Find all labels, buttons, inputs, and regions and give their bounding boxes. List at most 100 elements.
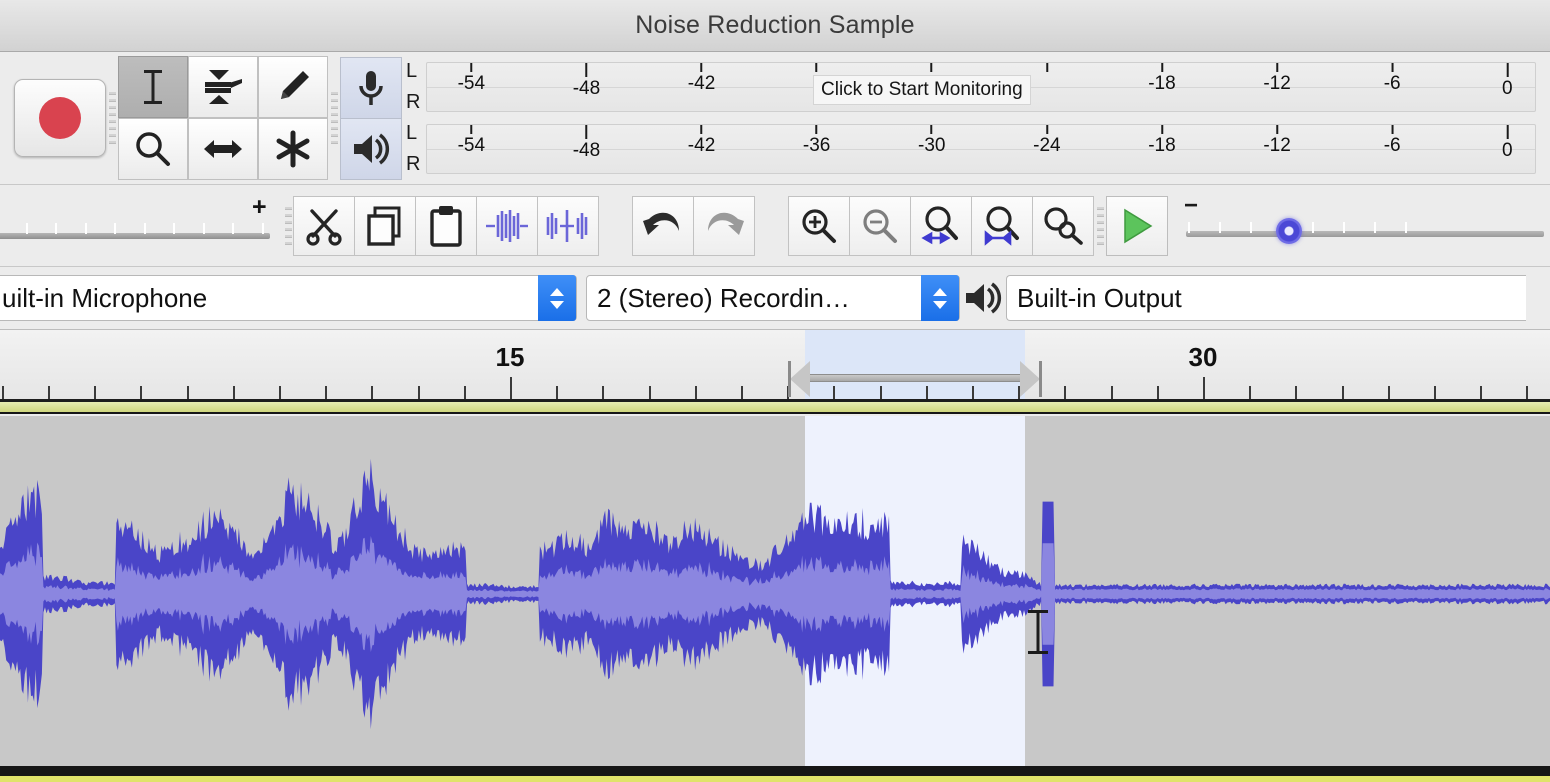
meter-tick-label: -12	[1263, 73, 1290, 95]
recording-meter-scale[interactable]: -54-48-42-36-30-24-18-12-60 Click to Sta…	[426, 62, 1536, 112]
input-device-value: uilt-in Microphone	[0, 283, 217, 314]
meter-tick--6: -6	[1384, 125, 1401, 157]
zoom-tool-button[interactable]	[118, 118, 188, 180]
input-device-select[interactable]: uilt-in Microphone	[0, 275, 577, 321]
meter-tick-mark	[470, 63, 472, 72]
meter-tick-mark	[701, 63, 703, 72]
playback-volume-tick	[1188, 222, 1190, 233]
asterisk-icon	[274, 130, 312, 168]
monitor-tooltip[interactable]: Click to Start Monitoring	[813, 75, 1031, 105]
silence-button[interactable]	[537, 196, 599, 256]
timeline-scrub-band[interactable]	[0, 402, 1550, 414]
copy-icon	[365, 205, 405, 247]
playback-meter[interactable]: L R -54-48-42-36-30-24-18-12-60	[402, 118, 1550, 180]
record-button[interactable]	[14, 79, 106, 157]
meter-tick--30: -30	[918, 125, 945, 157]
meter-tick--48: -48	[573, 125, 600, 162]
audio-track-panel[interactable]	[0, 416, 1550, 766]
window-titlebar: Noise Reduction Sample	[0, 0, 1550, 52]
time-shift-tool-button[interactable]	[188, 118, 258, 180]
timeline-ruler[interactable]: 1530	[0, 330, 1550, 402]
ruler-minor-tick	[94, 386, 96, 399]
input-channels-select[interactable]: 2 (Stereo) Recordin…	[586, 275, 960, 321]
meter-tick-mark	[470, 125, 472, 134]
meter-tick--12: -12	[1263, 125, 1290, 157]
input-volume-tick	[26, 223, 28, 234]
fit-project-icon	[981, 205, 1023, 247]
selection-tool-button[interactable]	[118, 56, 188, 118]
playback-volume-tick	[1374, 222, 1376, 233]
playback-meter-label-R: R	[406, 149, 424, 180]
fit-project-button[interactable]	[971, 196, 1033, 256]
meter-tick-mark	[931, 63, 933, 72]
waveform-display[interactable]	[0, 416, 1550, 766]
playback-meter-scale[interactable]: -54-48-42-36-30-24-18-12-60	[426, 124, 1536, 174]
play-region-left-handle[interactable]	[790, 361, 810, 397]
zoom-out-button[interactable]	[849, 196, 911, 256]
playback-meter-button[interactable]	[340, 118, 402, 180]
input-channels-stepper[interactable]	[921, 275, 959, 321]
meter-tick--54: -54	[458, 63, 485, 95]
recording-meter[interactable]: L R -54-48-42-36-30-24-18-12-60 Click to…	[402, 56, 1550, 118]
meter-tick--24: -24	[1033, 125, 1060, 157]
input-device-stepper[interactable]	[538, 275, 576, 321]
fit-selection-button[interactable]	[910, 196, 972, 256]
ruler-minor-tick	[741, 386, 743, 399]
playback-volume-tick	[1405, 222, 1407, 233]
draw-tool-button[interactable]	[258, 56, 328, 118]
chevron-down-icon	[932, 300, 948, 310]
meter-tick-mark	[1391, 125, 1393, 134]
meter-tick--48: -48	[573, 63, 600, 100]
meter-tick-mark	[701, 125, 703, 134]
paste-button[interactable]	[415, 196, 477, 256]
playback-volume-track	[1186, 231, 1544, 237]
meter-tick-mark	[585, 125, 587, 139]
meter-tick-label: -36	[803, 135, 830, 157]
meter-tick-label: -54	[458, 73, 485, 95]
play-icon	[1117, 206, 1157, 246]
ruler-minor-tick	[2, 386, 4, 399]
play-toolbar-grabber[interactable]	[1094, 193, 1106, 259]
playback-volume-thumb[interactable]	[1276, 218, 1302, 244]
meter-tick-label: -48	[573, 78, 600, 100]
playback-volume-slider[interactable]: −	[1168, 191, 1550, 261]
meter-toolbar-buttons	[340, 57, 402, 179]
playback-volume-tick	[1312, 222, 1314, 233]
ruler-minor-tick	[279, 386, 281, 399]
copy-button[interactable]	[354, 196, 416, 256]
multi-tool-button[interactable]	[258, 118, 328, 180]
input-volume-tick	[262, 223, 264, 234]
input-volume-tick	[55, 223, 57, 234]
cut-button[interactable]	[293, 196, 355, 256]
ruler-minor-tick	[649, 386, 651, 399]
fit-selection-icon	[920, 205, 962, 247]
play-region-right-handle[interactable]	[1020, 361, 1040, 397]
chevron-up-icon	[932, 287, 948, 297]
edit-toolbar	[294, 196, 1094, 256]
output-device-speaker-icon	[960, 281, 1006, 315]
meter-tick-mark	[1276, 63, 1278, 72]
tools-toolbar-grabber[interactable]	[106, 52, 118, 184]
play-region-bar[interactable]	[809, 374, 1021, 382]
envelope-icon	[202, 68, 244, 106]
output-device-select[interactable]: Built-in Output	[1006, 275, 1526, 321]
recording-meter-button[interactable]	[340, 57, 402, 119]
trim-button[interactable]	[476, 196, 538, 256]
meter-tick--18: -18	[1148, 63, 1175, 95]
zoom-toggle-button[interactable]	[1032, 196, 1094, 256]
envelope-tool-button[interactable]	[188, 56, 258, 118]
input-volume-slider[interactable]: +	[0, 191, 282, 261]
undo-button[interactable]	[632, 196, 694, 256]
input-volume-track	[0, 233, 270, 239]
meter-tick-label: -24	[1033, 135, 1060, 157]
ruler-minor-tick	[1434, 386, 1436, 399]
ruler-minor-tick	[371, 386, 373, 399]
redo-button[interactable]	[693, 196, 755, 256]
zoom-in-button[interactable]	[788, 196, 850, 256]
meter-tick-mark	[1276, 125, 1278, 134]
transport-toolbar	[0, 52, 106, 184]
play-button[interactable]	[1106, 196, 1168, 256]
undo-arrow-icon	[641, 209, 685, 243]
meter-toolbar-grabber[interactable]	[328, 52, 340, 184]
meter-tick-0: 0	[1502, 125, 1513, 162]
